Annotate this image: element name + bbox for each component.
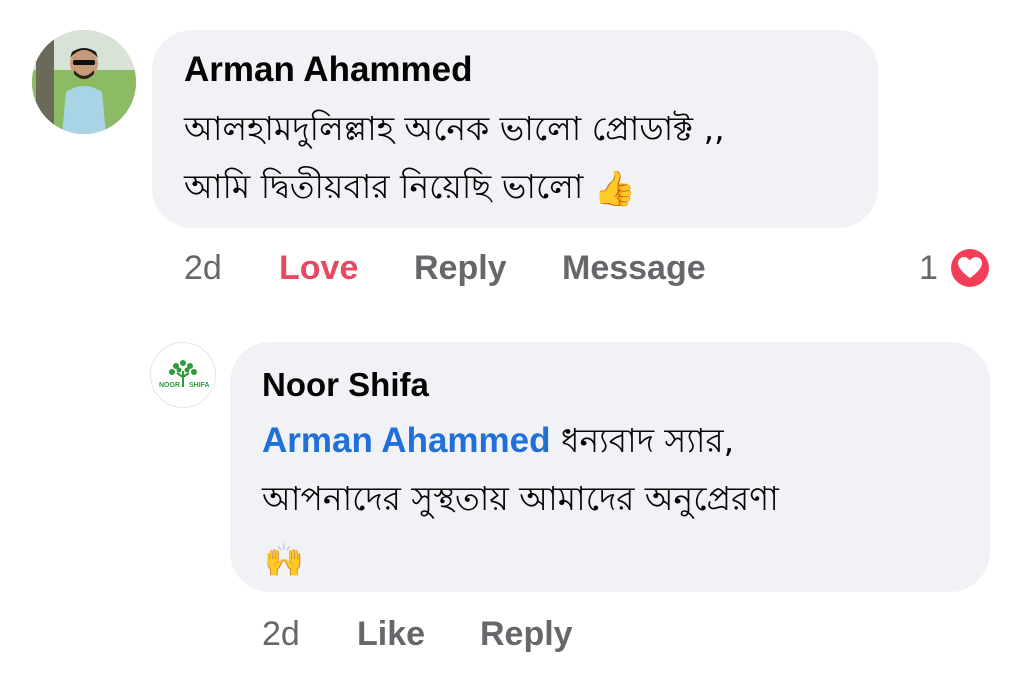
comment-text-line: আমি দ্বিতীয়বার নিয়েছি ভালো — [184, 167, 584, 206]
raising-hands-icon: 🙌 — [264, 541, 304, 579]
thumbs-up-icon: 👍 — [593, 168, 637, 209]
like-button[interactable]: Like — [357, 614, 425, 654]
avatar-noor-shifa[interactable]: NOOR SHIFA — [150, 342, 216, 408]
love-reaction-button[interactable]: Love — [279, 248, 358, 288]
reply-button[interactable]: Reply — [480, 614, 573, 654]
avatar-arman-ahammed[interactable] — [32, 30, 136, 134]
comment-text-line: আলহামদুলিল্লাহ অনেক ভালো প্রোডাক্ট ,, — [184, 109, 725, 148]
comment-text-line: ধন্যবাদ স্যার, — [550, 421, 735, 460]
comment-text: Arman Ahammed ধন্যবাদ স্যার, আপনাদের সুস… — [262, 412, 962, 528]
mention-link[interactable]: Arman Ahammed — [262, 421, 551, 460]
comment-timestamp[interactable]: 2d — [262, 614, 300, 654]
profile-photo — [32, 30, 136, 134]
reply-button[interactable]: Reply — [414, 248, 507, 288]
svg-text:SHIFA: SHIFA — [189, 382, 210, 389]
comment-text: আলহামদুলিল্লাহ অনেক ভালো প্রোডাক্ট ,, আম… — [184, 100, 844, 218]
comment-author[interactable]: Arman Ahammed — [184, 48, 473, 92]
message-button[interactable]: Message — [562, 248, 706, 288]
reaction-count[interactable]: 1 — [919, 248, 938, 288]
noor-shifa-logo: NOOR SHIFA — [159, 360, 210, 389]
comment-author[interactable]: Noor Shifa — [262, 364, 429, 406]
love-heart-icon[interactable] — [948, 246, 992, 290]
comment-text-line: আপনাদের সুস্থতায় আমাদের অনুপ্রেরণা — [262, 479, 779, 518]
comment-timestamp[interactable]: 2d — [184, 248, 222, 288]
svg-text:NOOR: NOOR — [159, 382, 180, 389]
